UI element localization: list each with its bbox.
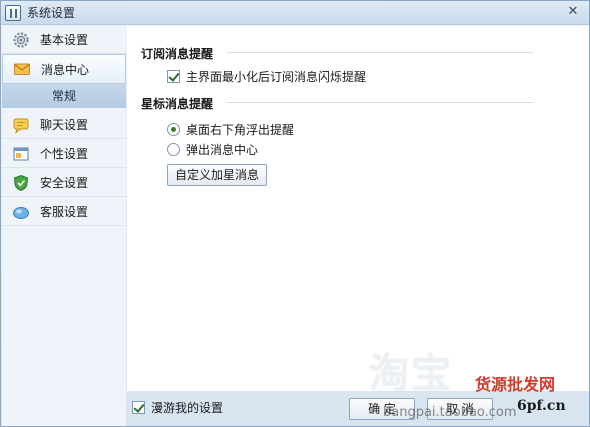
sidebar-item-label: 基本设置 xyxy=(40,33,89,47)
desktop-popup-radio[interactable] xyxy=(167,123,180,136)
envelope-icon xyxy=(14,63,30,75)
sidebar-item-label: 个性设置 xyxy=(40,147,89,161)
settings-window: 系统设置 ✕ 基本设置 消息中心 常规 聊天设置 个性设置 安全设置 客服设置 … xyxy=(0,0,590,427)
section-divider xyxy=(227,102,533,103)
sidebar-item-basic[interactable]: 基本设置 xyxy=(2,26,126,54)
app-icon xyxy=(5,4,21,21)
site-watermark: bangpai.taobao.com xyxy=(383,405,517,420)
chat-bubble-icon xyxy=(13,118,29,134)
wholesale-watermark: 货源批发网 xyxy=(475,375,556,394)
sidebar-item-chat[interactable]: 聊天设置 xyxy=(2,111,126,139)
settings-content: 订阅消息提醒 主界面最小化后订阅消息闪烁提醒 星标消息提醒 桌面右下角浮出提醒 … xyxy=(127,26,589,391)
roaming-settings-option[interactable]: 漫游我的设置 xyxy=(132,399,223,416)
sidebar-item-message-center[interactable]: 消息中心 xyxy=(2,54,126,84)
close-button[interactable]: ✕ xyxy=(563,4,583,21)
shield-icon xyxy=(13,174,29,191)
sidebar-item-label: 客服设置 xyxy=(40,205,89,219)
roaming-settings-checkbox[interactable] xyxy=(132,401,145,414)
subscription-blink-checkbox[interactable] xyxy=(167,70,180,83)
gear-icon xyxy=(13,31,29,48)
taobao-watermark: 淘宝 xyxy=(369,351,453,397)
subscription-section-title: 订阅消息提醒 xyxy=(141,47,214,61)
url-watermark: 6pf.cn xyxy=(517,398,566,414)
subscription-blink-option[interactable]: 主界面最小化后订阅消息闪烁提醒 xyxy=(167,68,366,85)
sidebar-subitem-general[interactable]: 常规 xyxy=(2,84,126,108)
window-title: 系统设置 xyxy=(27,6,76,20)
star-option-open-center[interactable]: 弹出消息中心 xyxy=(167,141,258,158)
sidebar-item-label: 聊天设置 xyxy=(40,118,89,132)
custom-star-message-button[interactable]: 自定义加星消息 xyxy=(167,164,267,186)
sidebar-item-label: 消息中心 xyxy=(41,62,90,77)
subscription-blink-label: 主界面最小化后订阅消息闪烁提醒 xyxy=(186,70,367,84)
sidebar-item-security[interactable]: 安全设置 xyxy=(2,169,126,197)
title-bar[interactable]: 系统设置 ✕ xyxy=(1,1,589,25)
sidebar-item-personalize[interactable]: 个性设置 xyxy=(2,140,126,168)
settings-sidebar: 基本设置 消息中心 常规 聊天设置 个性设置 安全设置 客服设置 xyxy=(2,26,126,426)
section-divider xyxy=(227,52,533,53)
window-icon xyxy=(13,147,29,160)
desktop-popup-label: 桌面右下角浮出提醒 xyxy=(186,123,295,137)
sidebar-item-customer-service[interactable]: 客服设置 xyxy=(2,198,126,226)
open-center-radio[interactable] xyxy=(167,143,180,156)
star-option-desktop-popup[interactable]: 桌面右下角浮出提醒 xyxy=(167,121,294,138)
service-cloud-icon xyxy=(13,206,29,219)
sidebar-item-label: 安全设置 xyxy=(40,176,89,190)
roaming-settings-label: 漫游我的设置 xyxy=(151,401,224,415)
open-center-label: 弹出消息中心 xyxy=(186,143,259,157)
star-section-title: 星标消息提醒 xyxy=(141,97,214,111)
